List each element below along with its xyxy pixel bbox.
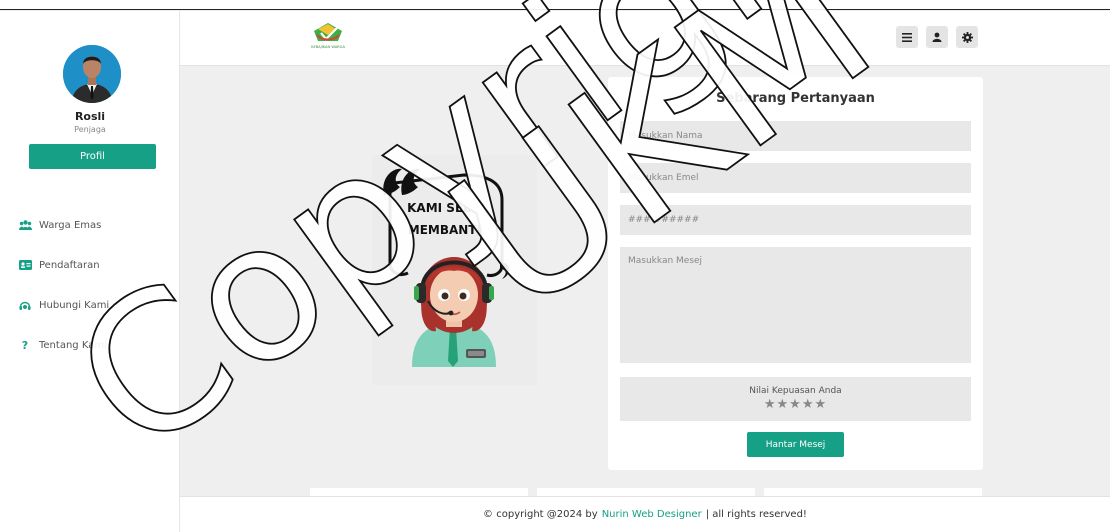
- id-card-icon: [18, 260, 32, 270]
- top-border: [0, 0, 1110, 10]
- phone-input[interactable]: [620, 205, 971, 235]
- user-button[interactable]: [926, 26, 948, 48]
- sidebar-item-warga-emas[interactable]: Warga Emas: [18, 217, 101, 233]
- menu-button[interactable]: [896, 26, 918, 48]
- headset-icon: [18, 300, 32, 311]
- question-icon: ?: [21, 338, 29, 352]
- sidebar-item-label: Warga Emas: [39, 219, 102, 231]
- logo-text: KEBAJIKAN WARGA: [311, 45, 345, 49]
- rating-label: Nilai Kepuasan Anda: [749, 386, 842, 396]
- menu-icon: [902, 32, 912, 42]
- sidebar-item-label: Hubungi Kami: [39, 299, 110, 311]
- sidebar: Rosli Penjaga Profil Warga Emas Pendafta…: [0, 11, 180, 532]
- logo[interactable]: KEBAJIKAN WARGA: [308, 19, 348, 51]
- contact-form: Sebarang Pertanyaan Nilai Kepuasan Anda …: [608, 77, 983, 470]
- header: KEBAJIKAN WARGA: [180, 11, 1110, 66]
- illustration-line1: KAMI SEDIA: [407, 201, 487, 215]
- send-message-button[interactable]: Hantar Mesej: [747, 432, 844, 457]
- support-illustration: KAMI SEDIA MEMBANTU: [372, 155, 537, 385]
- illustration-line2: MEMBANTU: [408, 223, 487, 237]
- rating-box: Nilai Kepuasan Anda ★★★★★: [620, 377, 971, 421]
- name-input[interactable]: [620, 121, 971, 151]
- users-icon: [18, 220, 32, 230]
- footer-designer-link[interactable]: Nurin Web Designer: [602, 509, 702, 520]
- avatar: [63, 45, 121, 103]
- sidebar-item-label: Tentang Kami: [39, 339, 107, 351]
- footer: © copyright @2024 by Nurin Web Designer …: [180, 496, 1110, 532]
- message-input[interactable]: [620, 247, 971, 363]
- profile-button[interactable]: Profil: [29, 144, 156, 169]
- sidebar-item-pendaftaran[interactable]: Pendaftaran: [18, 257, 100, 273]
- gear-icon: [961, 31, 973, 43]
- form-title: Sebarang Pertanyaan: [716, 91, 875, 106]
- sidebar-item-tentang-kami[interactable]: ? Tentang Kami: [18, 337, 107, 353]
- user-role: Penjaga: [74, 125, 106, 134]
- footer-copyright: © copyright @2024 by: [483, 509, 598, 520]
- user-name: Rosli: [74, 110, 106, 123]
- sidebar-item-label: Pendaftaran: [39, 259, 100, 271]
- sidebar-item-hubungi-kami[interactable]: Hubungi Kami: [18, 297, 109, 313]
- settings-button[interactable]: [956, 26, 978, 48]
- email-input[interactable]: [620, 163, 971, 193]
- footer-rights: | all rights reserved!: [705, 509, 807, 520]
- user-icon: [932, 32, 942, 42]
- star-rating[interactable]: ★★★★★: [620, 397, 971, 412]
